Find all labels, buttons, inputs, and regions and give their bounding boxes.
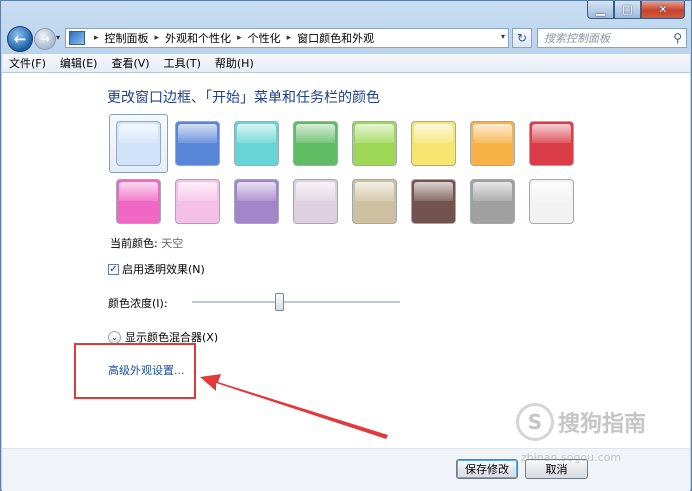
menu-help[interactable]: 帮助(H)	[208, 55, 261, 71]
back-arrow-icon: ←	[13, 30, 27, 48]
refresh-icon: ↻	[516, 31, 528, 45]
search-icon[interactable]: ⚲	[673, 31, 682, 45]
menu-bar: 文件(F) 编辑(E) 查看(V) 工具(T) 帮助(H)	[2, 54, 690, 73]
forward-button[interactable]: →	[34, 28, 56, 50]
close-button[interactable]: ✕	[641, 1, 685, 19]
maximize-button[interactable]: □	[614, 1, 641, 19]
breadcrumb-control-panel[interactable]: 控制面板	[105, 30, 149, 46]
forward-arrow-icon: →	[39, 32, 51, 46]
menu-edit[interactable]: 编辑(E)	[53, 55, 105, 71]
watermark-text: 搜狗指南	[558, 412, 647, 437]
save-changes-button[interactable]: 保存修改	[456, 459, 518, 479]
breadcrumb-separator[interactable]: ▸	[237, 33, 242, 43]
minimize-button[interactable]: ▁	[587, 1, 614, 19]
refresh-button[interactable]: ↻	[512, 28, 532, 48]
navigation-bar: ← → ▾ ▸ 控制面板 ▸ 外观和个性化 ▸ 个性化 ▸ 窗口颜色和外观 ▾ …	[7, 26, 687, 52]
menu-view[interactable]: 查看(V)	[104, 55, 156, 71]
breadcrumb-separator[interactable]: ▸	[287, 33, 292, 43]
caption-buttons: ▁ □ ✕	[587, 1, 685, 19]
watermark: S 搜狗指南	[516, 403, 646, 441]
breadcrumb-personalization[interactable]: 个性化	[248, 30, 281, 46]
breadcrumb-separator[interactable]: ▸	[155, 33, 160, 43]
watermark-url: zhinan.sogou.com	[521, 451, 622, 464]
address-bar[interactable]: ▸ 控制面板 ▸ 外观和个性化 ▸ 个性化 ▸ 窗口颜色和外观 ▾	[65, 28, 509, 48]
breadcrumb-separator[interactable]: ▸	[94, 33, 99, 43]
control-panel-icon	[69, 31, 85, 45]
sogou-logo-icon: S	[516, 403, 554, 441]
menu-tools[interactable]: 工具(T)	[157, 55, 208, 71]
search-placeholder: 搜索控制面板	[544, 32, 610, 45]
back-button[interactable]: ←	[7, 26, 33, 52]
control-panel-window: ▁ □ ✕ ← → ▾ ▸ 控制面板 ▸ 外观和个性化 ▸ 个性化 ▸ 窗口颜色…	[0, 0, 692, 491]
search-input[interactable]: 搜索控制面板 ⚲	[537, 28, 687, 48]
annotation-arrow-shape	[200, 374, 388, 439]
breadcrumb-window-color[interactable]: 窗口颜色和外观	[297, 30, 374, 46]
breadcrumb-appearance[interactable]: 外观和个性化	[165, 30, 231, 46]
recent-pages-dropdown[interactable]: ▾	[56, 33, 60, 42]
menu-file[interactable]: 文件(F)	[2, 55, 53, 71]
address-dropdown-icon[interactable]: ▾	[501, 32, 505, 41]
